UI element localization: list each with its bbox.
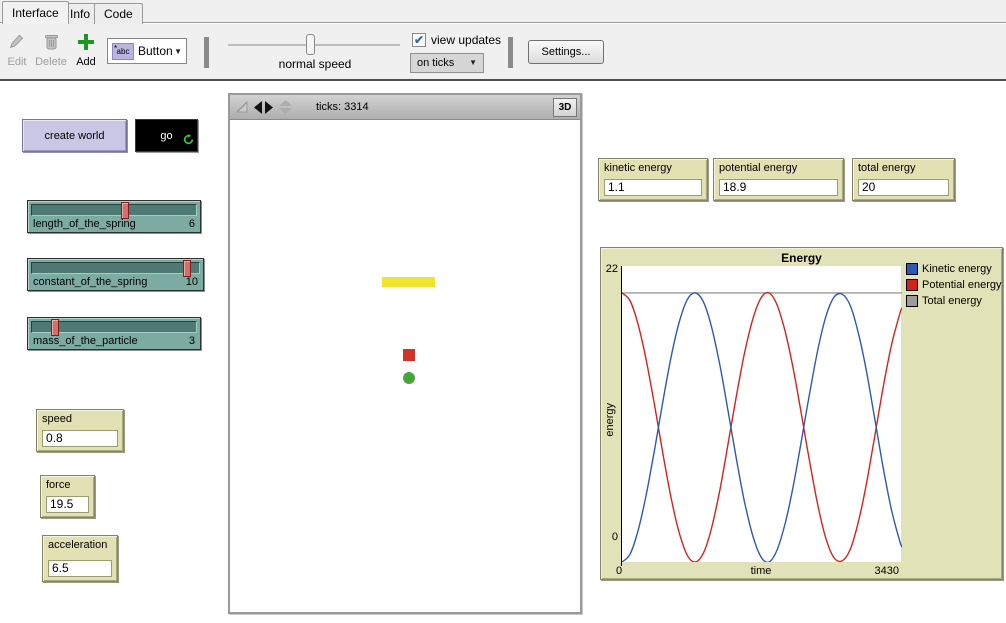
netlogo-window: Interface Info Code Edit Delete Add *abc… (0, 0, 1006, 623)
go-button[interactable]: go (135, 119, 198, 152)
monitor-acceleration: acceleration 6.5 (42, 535, 118, 582)
edit-label: Edit (2, 56, 32, 68)
add-button[interactable]: Add (70, 30, 102, 68)
resize-diagonal-icon[interactable] (236, 101, 248, 113)
widget-type-dropdown[interactable]: *abc Button ▼ (107, 38, 187, 64)
legend-item-potential: Potential energy (906, 277, 1002, 293)
energy-plot: Energy 22 0 energy 0 time 3430 Kinetic e… (600, 247, 1003, 580)
world-view: ticks: 3314 3D (228, 93, 582, 614)
plot-canvas (622, 266, 902, 562)
chevron-down-icon: ▼ (174, 47, 182, 56)
slider-track[interactable] (31, 321, 197, 333)
add-label: Add (70, 56, 102, 68)
slider-label: mass_of_the_particle (33, 335, 138, 347)
forever-icon (183, 134, 194, 148)
speed-slider-handle[interactable] (306, 34, 315, 55)
total-energy-swatch (906, 295, 918, 307)
plot-legend: Kinetic energy Potential energy Total en… (906, 261, 1002, 309)
create-world-label: create world (45, 130, 105, 142)
toolbar: Edit Delete Add *abc Button ▼ normal spe… (0, 24, 1006, 81)
vertical-arrows-icon[interactable] (279, 100, 292, 114)
monitor-potential-energy: potential energy 18.9 (713, 158, 844, 201)
monitor-speed: speed 0.8 (36, 409, 124, 452)
tab-code[interactable]: Code (94, 3, 143, 24)
slider-track[interactable] (31, 204, 197, 216)
monitor-value: 19.5 (46, 496, 89, 513)
slider-length-of-the-spring: length_of_the_spring 6 (27, 200, 201, 233)
slider-value: 3 (189, 335, 195, 347)
slider-constant-of-the-spring: constant_of_the_spring 10 (27, 258, 204, 291)
monitor-label: kinetic energy (604, 162, 707, 174)
monitor-label: total energy (858, 162, 954, 174)
kinetic-energy-swatch (906, 263, 918, 275)
legend-label: Potential energy (922, 279, 1002, 291)
toolbar-separator (204, 37, 209, 68)
tab-strip: Interface Info Code (0, 0, 1006, 23)
world-canvas[interactable] (230, 121, 580, 612)
update-mode-dropdown[interactable]: on ticks ▼ (410, 53, 484, 73)
interface-canvas: create world go length_of_the_spring 6 c… (0, 81, 1006, 623)
anchor-shape (403, 372, 415, 384)
monitor-force: force 19.5 (40, 475, 95, 518)
legend-label: Total energy (922, 295, 982, 307)
slider-handle[interactable] (121, 202, 129, 219)
update-mode-value: on ticks (417, 54, 454, 72)
potential-energy-swatch (906, 279, 918, 291)
tab-interface[interactable]: Interface (2, 1, 69, 24)
settings-button[interactable]: Settings... (528, 40, 604, 64)
delete-button[interactable]: Delete (32, 30, 70, 68)
slider-handle[interactable] (51, 319, 59, 336)
view-updates-checkbox[interactable]: ✔ (412, 33, 426, 47)
monitor-label: potential energy (719, 162, 843, 174)
monitor-value: 20 (858, 179, 949, 196)
horizontal-arrows-icon[interactable] (254, 101, 273, 114)
trash-icon (32, 30, 70, 54)
particle-shape (403, 349, 415, 361)
slider-label: constant_of_the_spring (33, 276, 147, 288)
delete-label: Delete (32, 56, 70, 68)
ticks-counter: ticks: 3314 (316, 101, 369, 113)
edit-button[interactable]: Edit (2, 30, 32, 68)
y-axis-tick-min: 0 (605, 531, 618, 543)
y-axis-tick-max: 22 (602, 263, 618, 275)
slider-handle[interactable] (183, 260, 191, 277)
toolbar-separator (508, 37, 513, 68)
legend-item-total: Total energy (906, 293, 1002, 309)
monitor-value: 0.8 (42, 430, 118, 447)
button-widget-icon: *abc (112, 43, 134, 60)
monitor-total-energy: total energy 20 (852, 158, 955, 201)
monitor-label: force (46, 479, 94, 491)
y-axis-label: energy (604, 403, 616, 437)
monitor-value: 6.5 (48, 560, 112, 577)
pencil-icon (2, 30, 32, 54)
monitor-value: 18.9 (719, 179, 838, 196)
plot-area (621, 266, 901, 562)
monitor-value: 1.1 (604, 179, 702, 196)
widget-type-value: Button (138, 44, 173, 58)
slider-mass-of-the-particle: mass_of_the_particle 3 (27, 317, 201, 350)
chevron-down-icon: ▼ (469, 54, 477, 72)
view-updates-label: view updates (431, 33, 501, 47)
world-view-header[interactable]: ticks: 3314 3D (230, 95, 580, 120)
speed-slider-label: normal speed (240, 57, 390, 71)
monitor-kinetic-energy: kinetic energy 1.1 (598, 158, 708, 201)
go-label: go (160, 130, 172, 142)
spring-shape (382, 277, 435, 287)
monitor-label: acceleration (48, 539, 117, 551)
monitor-label: speed (42, 413, 123, 425)
create-world-button[interactable]: create world (22, 119, 127, 152)
slider-value: 6 (189, 218, 195, 230)
view-3d-button[interactable]: 3D (553, 98, 577, 117)
slider-track[interactable] (31, 262, 200, 274)
legend-item-kinetic: Kinetic energy (906, 261, 1002, 277)
x-axis-tick-max: 3430 (853, 565, 899, 577)
plus-icon (70, 30, 102, 54)
slider-label: length_of_the_spring (33, 218, 136, 230)
legend-label: Kinetic energy (922, 263, 992, 275)
slider-value: 10 (186, 276, 198, 288)
